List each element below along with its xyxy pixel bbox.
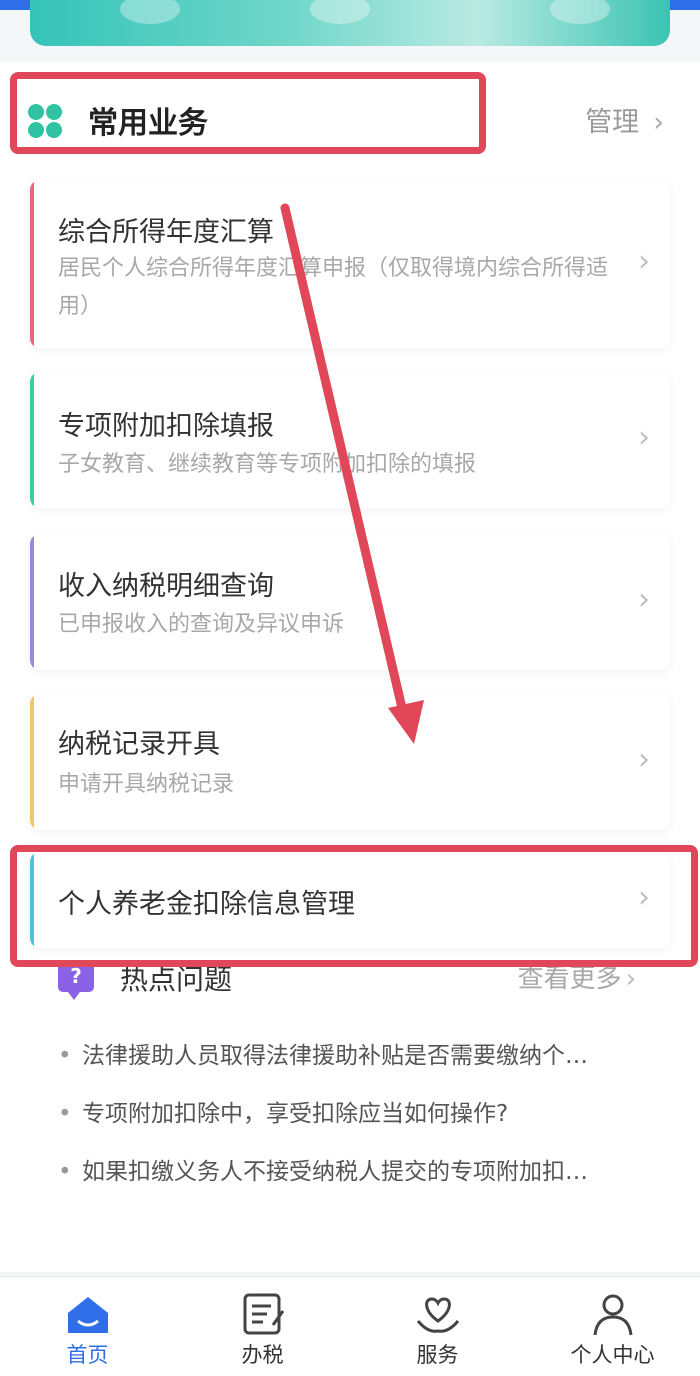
chevron-right-icon: › <box>625 964 636 994</box>
service-card-income-query[interactable]: 收入纳税明细查询 已申报收入的查询及异议申诉 › <box>30 534 670 670</box>
service-card-annual-settlement[interactable]: 综合所得年度汇算 居民个人综合所得年度汇算申报（仅取得境内综合所得适用） › <box>30 180 670 348</box>
card-title: 收入纳税明细查询 <box>58 571 274 602</box>
nav-item-tax[interactable]: 办税 <box>175 1277 350 1376</box>
highlight-box-pension <box>10 845 698 967</box>
home-icon <box>68 1297 108 1333</box>
banner-decoration <box>310 0 370 24</box>
hot-question-text: 如果扣缴义务人不接受纳税人提交的专项附加扣… <box>82 1159 588 1185</box>
person-icon <box>593 1294 633 1336</box>
view-more-label: 查看更多 <box>517 964 622 994</box>
card-description: 已申报收入的查询及异议申诉 <box>58 612 345 637</box>
nav-item-profile[interactable]: 个人中心 <box>525 1277 700 1376</box>
card-accent-bar <box>30 534 34 670</box>
manage-button[interactable]: 管理 › <box>585 100 664 139</box>
hot-questions-section: ? 热点问题 查看更多 › • 法律援助人员取得法律援助补贴是否需要缴纳个… • 专项… <box>30 942 670 1202</box>
card-accent-bar <box>30 694 34 830</box>
banner-decoration <box>120 0 180 24</box>
hot-question-item[interactable]: • 专项附加扣除中，享受扣除应当如何操作? <box>58 1094 648 1128</box>
nav-label: 办税 <box>241 1343 284 1367</box>
nav-label: 服务 <box>416 1343 459 1367</box>
top-banner[interactable] <box>30 0 670 46</box>
card-accent-bar <box>30 180 34 348</box>
manage-label: 管理 <box>585 107 640 138</box>
nav-item-home[interactable]: 首页 <box>0 1277 175 1376</box>
card-description: 子女教育、继续教育等专项附加扣除的填报 <box>58 452 477 477</box>
hot-question-item[interactable]: • 法律援助人员取得法律援助补贴是否需要缴纳个… <box>58 1036 648 1070</box>
chevron-right-icon: › <box>638 742 650 777</box>
card-title: 综合所得年度汇算 <box>58 217 274 248</box>
highlight-box-common-services <box>10 72 486 154</box>
service-card-tax-record[interactable]: 纳税记录开具 申请开具纳税记录 › <box>30 694 670 830</box>
nav-item-service[interactable]: 服务 <box>350 1277 525 1376</box>
banner-decoration <box>550 0 610 24</box>
card-description: 居民个人综合所得年度汇算申报（仅取得境内综合所得适用） <box>58 256 609 319</box>
hot-question-item[interactable]: • 如果扣缴义务人不接受纳税人提交的专项附加扣… <box>58 1152 648 1186</box>
nav-label: 首页 <box>66 1343 109 1367</box>
card-title: 专项附加扣除填报 <box>58 411 274 442</box>
tax-form-icon <box>243 1293 285 1335</box>
card-title: 纳税记录开具 <box>58 729 220 760</box>
heart-hands-icon <box>416 1297 460 1333</box>
chevron-right-icon: › <box>638 244 650 279</box>
hot-question-text: 专项附加扣除中，享受扣除应当如何操作? <box>82 1101 509 1127</box>
hot-question-text: 法律援助人员取得法律援助补贴是否需要缴纳个… <box>82 1043 588 1069</box>
bottom-nav: 首页 办税 服务 个人中心 <box>0 1276 700 1376</box>
card-description: 申请开具纳税记录 <box>58 772 235 797</box>
card-accent-bar <box>30 372 34 508</box>
nav-label: 个人中心 <box>570 1343 655 1367</box>
chevron-right-icon: › <box>638 420 650 455</box>
chevron-right-icon: › <box>653 107 664 138</box>
service-card-special-deduction[interactable]: 专项附加扣除填报 子女教育、继续教育等专项附加扣除的填报 › <box>30 372 670 508</box>
chevron-right-icon: › <box>638 582 650 617</box>
